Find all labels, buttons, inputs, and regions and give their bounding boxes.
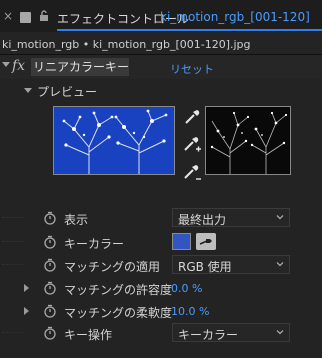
tab-file-name[interactable]: ki_motion_rgb_[001-120] [160,10,310,24]
property-row-tolerance: マッチングの許容度 0.0 % [0,277,322,299]
preview-label: プレビュー [37,85,98,99]
panel-menu-icon[interactable] [20,12,31,23]
property-row-key-color: キーカラー [0,231,322,253]
stopwatch-icon[interactable] [43,235,57,249]
source-preview-thumbnail [53,106,175,175]
matte-image [210,111,288,174]
eyedropper-icon[interactable] [196,233,216,250]
chevron-down-icon [276,330,284,335]
collapse-triangle-icon[interactable] [24,88,32,93]
property-label: マッチングの柔軟度 [64,306,173,320]
expand-triangle-icon[interactable] [24,307,29,315]
property-label: マッチングの許容度 [64,283,173,297]
property-label: キーカラー [64,237,125,251]
matching-dropdown[interactable]: RGB 使用 [172,255,290,274]
stopwatch-icon[interactable] [43,258,57,272]
key-operation-dropdown-value: キーカラー [178,328,239,342]
eyedropper-subtract-icon[interactable] [182,163,202,183]
chevron-down-icon [276,262,284,267]
expand-triangle-icon[interactable] [24,284,29,292]
preview-section-header: プレビュー [0,82,322,100]
row-divider [2,241,24,243]
row-divider [2,217,24,219]
eyedropper-add-icon[interactable] [182,135,202,155]
display-dropdown-value: 最終出力 [178,213,227,227]
property-row-matching: マッチングの適用 RGB 使用 [0,254,322,276]
layer-path-bar: ki_motion_rgb • ki_motion_rgb_[001-120].… [0,32,322,55]
display-dropdown[interactable]: 最終出力 [172,208,290,227]
tree-image [62,109,168,174]
softness-value[interactable]: 10.0 % [171,305,209,318]
layer-path: ki_motion_rgb • ki_motion_rgb_[001-120].… [2,38,251,51]
collapse-triangle-icon[interactable] [2,62,10,67]
lock-icon[interactable] [39,10,49,22]
row-divider [2,332,24,334]
fx-icon[interactable]: fx [12,58,25,74]
property-label: キー操作 [64,328,113,342]
row-divider [2,264,24,266]
property-label: マッチングの適用 [64,260,161,274]
effect-name[interactable]: リニアカラーキー [31,58,129,76]
reset-link[interactable]: リセット [170,61,214,77]
stopwatch-icon[interactable] [43,281,57,295]
panel-tab-bar: × エフェクトコントロール ki_motion_rgb_[001-120] [0,0,322,32]
key-operation-dropdown[interactable]: キーカラー [172,323,290,342]
chevron-down-icon [276,215,284,220]
close-icon[interactable]: × [3,10,13,22]
property-row-softness: マッチングの柔軟度 10.0 % [0,300,322,322]
eyedropper-icon[interactable] [182,107,202,127]
matching-dropdown-value: RGB 使用 [178,260,232,274]
stopwatch-icon[interactable] [43,304,57,318]
stopwatch-icon[interactable] [43,326,57,340]
key-color-swatch[interactable] [172,233,191,250]
stopwatch-icon[interactable] [43,211,57,225]
active-tab-indicator [57,29,322,31]
matte-preview-thumbnail [205,106,291,175]
tolerance-value[interactable]: 0.0 % [171,282,202,295]
property-row-display: 表示 最終出力 [0,207,322,229]
effect-controls-panel: × エフェクトコントロール ki_motion_rgb_[001-120] ki… [0,0,322,358]
property-row-key-operation: キー操作 キーカラー [0,322,322,344]
property-label: 表示 [64,213,89,227]
